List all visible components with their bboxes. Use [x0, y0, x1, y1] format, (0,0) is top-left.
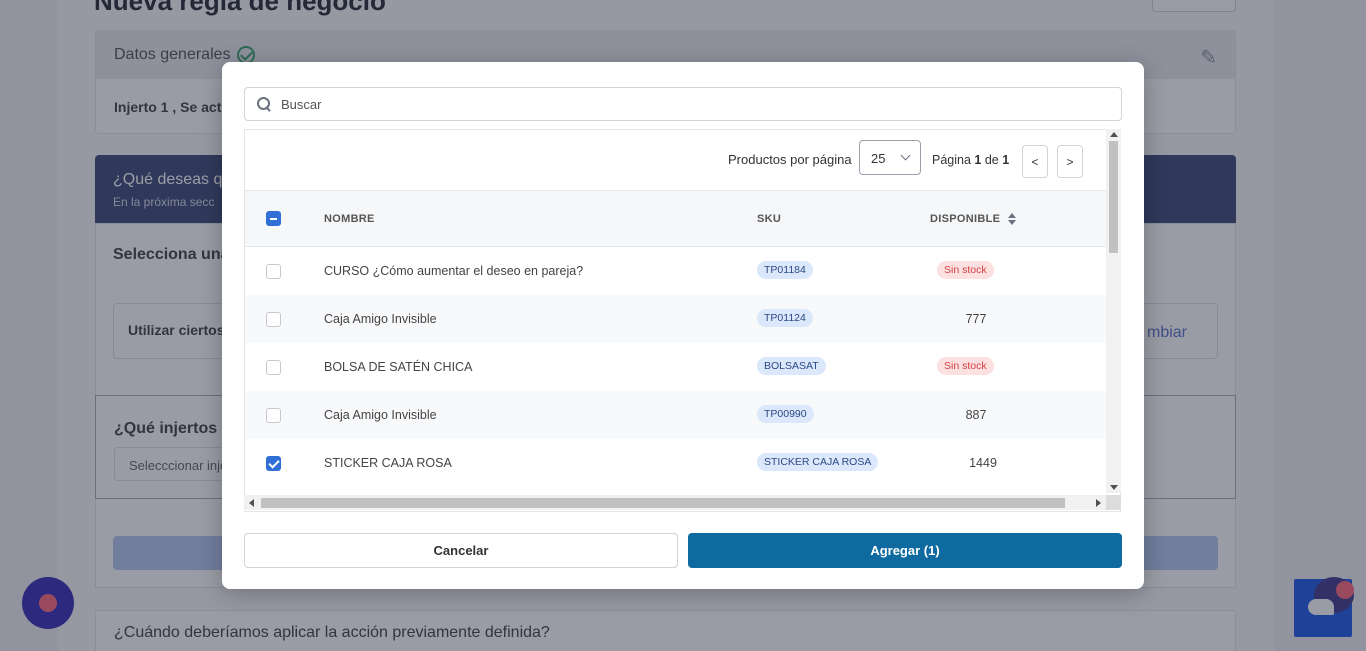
scroll-up-arrow-icon[interactable]	[1110, 132, 1118, 137]
prev-page-button[interactable]: <	[1022, 145, 1048, 178]
chevron-down-icon	[900, 150, 911, 161]
per-page-select[interactable]: 25	[859, 140, 921, 175]
table-row[interactable]: BOLSA DE SATÉN CHICA BOLSASAT Sin stock	[245, 343, 1120, 391]
horizontal-scroll-thumb[interactable]	[261, 498, 1065, 508]
product-name: Caja Amigo Invisible	[324, 312, 437, 326]
out-of-stock-badge: Sin stock	[937, 261, 994, 279]
row-checkbox[interactable]	[266, 264, 281, 279]
table-row[interactable]: Caja Amigo Invisible TP01124 777	[245, 295, 1120, 343]
out-of-stock-badge: Sin stock	[937, 357, 994, 375]
sku-badge: BOLSASAT	[757, 357, 826, 375]
horizontal-scrollbar[interactable]	[244, 495, 1106, 510]
pagination-bar: Productos por página 25 Página 1 de 1 < …	[245, 130, 1120, 191]
per-page-label: Productos por página	[728, 152, 852, 167]
product-name: BOLSA DE SATÉN CHICA	[324, 360, 473, 374]
select-all-checkbox[interactable]	[266, 211, 281, 226]
product-name: Caja Amigo Invisible	[324, 408, 437, 422]
sort-icon[interactable]	[1008, 213, 1016, 225]
table-row[interactable]: Caja Amigo Invisible TP00990 887	[245, 391, 1120, 439]
add-button[interactable]: Agregar (1)	[688, 533, 1122, 568]
available-quantity: 887	[965, 408, 987, 422]
product-name: CURSO ¿Cómo aumentar el deseo en pareja?	[324, 264, 584, 278]
vertical-scrollbar[interactable]	[1106, 129, 1121, 493]
sku-badge: TP00990	[757, 405, 814, 423]
column-sku: SKU	[757, 213, 782, 225]
table-row[interactable]: STICKER CAJA ROSA STICKER CAJA ROSA 1449	[245, 439, 1120, 487]
row-checkbox[interactable]	[266, 312, 281, 327]
total-pages: 1	[1002, 153, 1010, 167]
available-quantity: 777	[965, 312, 987, 326]
search-box[interactable]	[244, 87, 1122, 121]
search-icon	[257, 97, 271, 111]
product-name: STICKER CAJA ROSA	[324, 456, 452, 470]
next-page-button[interactable]: >	[1057, 145, 1083, 178]
scrollbar-corner	[1106, 495, 1121, 510]
page-prefix: Página	[932, 153, 971, 167]
column-name: NOMBRE	[324, 213, 375, 225]
available-quantity: 1449	[969, 456, 997, 470]
row-checkbox[interactable]	[266, 456, 281, 471]
scroll-right-arrow-icon[interactable]	[1096, 499, 1101, 507]
search-input[interactable]	[281, 96, 1081, 112]
table-header: NOMBRE SKU DISPONIBLE	[245, 191, 1120, 247]
table-row[interactable]: CURSO ¿Cómo aumentar el deseo en pareja?…	[245, 247, 1120, 295]
page-indicator: Página 1 de 1	[932, 153, 1009, 167]
sku-badge: TP01124	[757, 309, 813, 327]
page-sep: de	[984, 153, 999, 167]
scroll-down-arrow-icon[interactable]	[1110, 485, 1118, 490]
product-table: Productos por página 25 Página 1 de 1 < …	[244, 129, 1121, 512]
vertical-scroll-thumb[interactable]	[1109, 141, 1118, 253]
row-checkbox[interactable]	[266, 360, 281, 375]
cancel-button[interactable]: Cancelar	[244, 533, 678, 568]
row-checkbox[interactable]	[266, 408, 281, 423]
sku-badge: STICKER CAJA ROSA	[757, 453, 879, 471]
sku-badge: TP01184	[757, 261, 813, 279]
column-available[interactable]: DISPONIBLE	[930, 213, 1000, 225]
per-page-value: 25	[871, 151, 886, 166]
current-page: 1	[974, 153, 982, 167]
table-body: CURSO ¿Cómo aumentar el deseo en pareja?…	[245, 247, 1120, 487]
scroll-left-arrow-icon[interactable]	[249, 499, 254, 507]
